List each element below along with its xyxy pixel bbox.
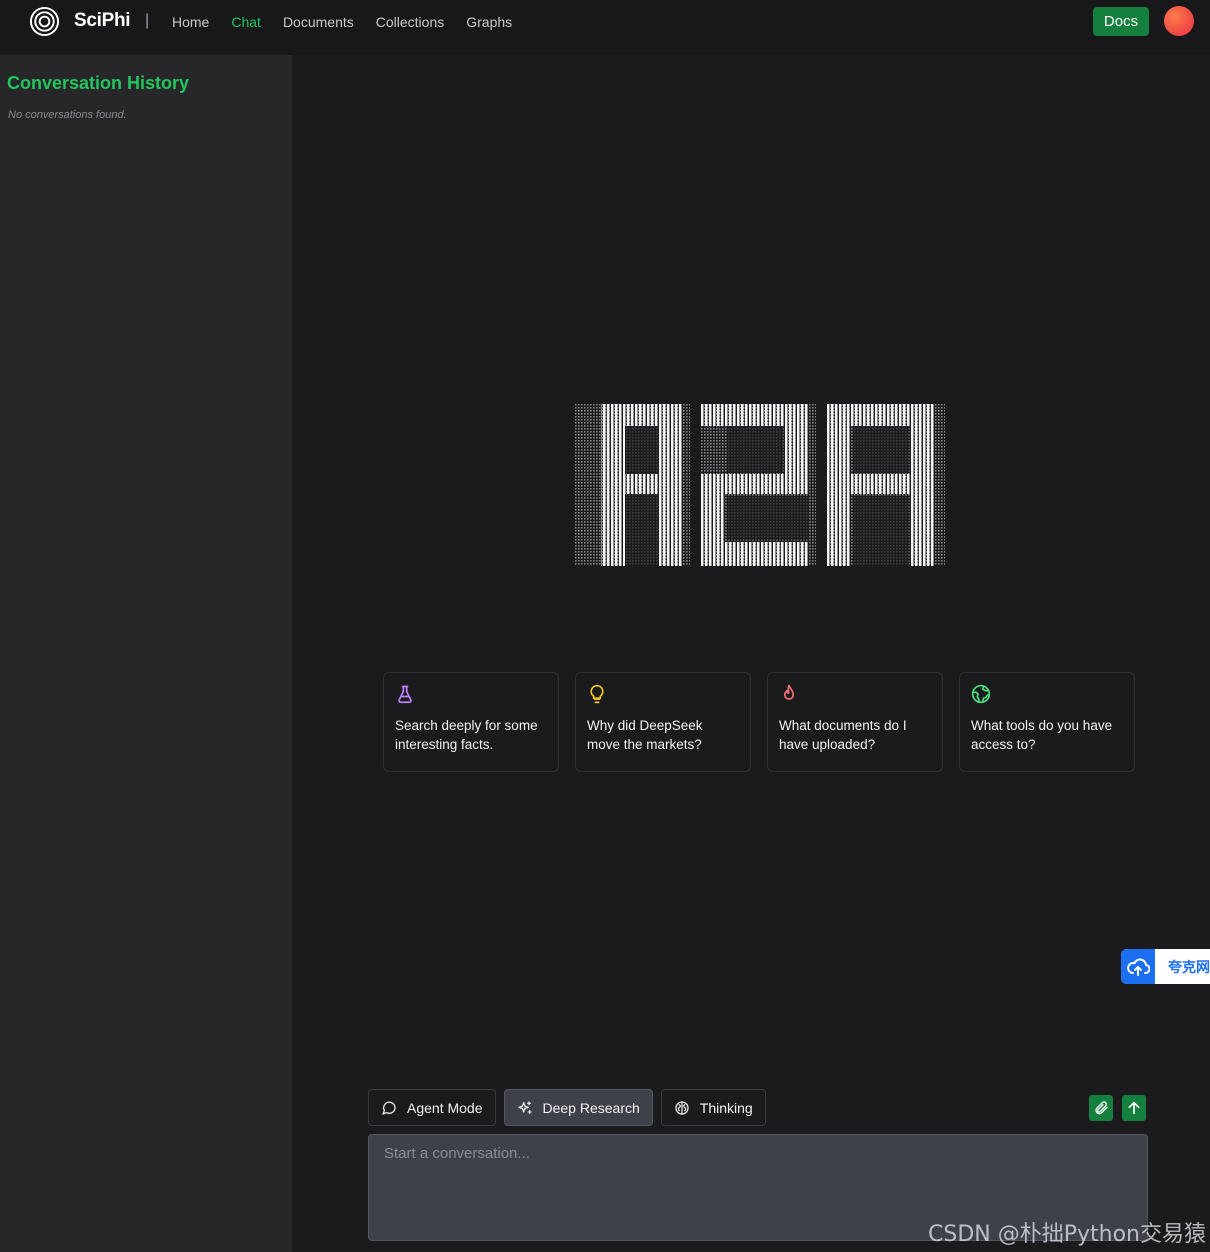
suggestion-card-documents[interactable]: What documents do I have uploaded? xyxy=(767,672,943,772)
cloud-upload-icon xyxy=(1121,949,1155,984)
nav-graphs[interactable]: Graphs xyxy=(466,14,512,30)
deep-research-button[interactable]: Deep Research xyxy=(503,1089,653,1126)
top-navbar: SciPhi | Home Chat Documents Collections… xyxy=(0,0,1210,55)
chat-bubble-icon xyxy=(382,1101,396,1115)
sidebar-title: Conversation History xyxy=(7,73,190,93)
brain-icon xyxy=(675,1100,689,1115)
conversation-sidebar: Conversation History No conversations fo… xyxy=(0,55,292,1252)
suggestion-text: Search deeply for some interesting facts… xyxy=(395,718,538,752)
suggestion-text: What documents do I have uploaded? xyxy=(779,718,907,752)
agent-mode-button[interactable]: Agent Mode xyxy=(368,1089,496,1126)
thinking-button[interactable]: Thinking xyxy=(660,1089,766,1126)
chat-main: Search deeply for some interesting facts… xyxy=(292,55,1210,1252)
paperclip-icon xyxy=(1095,1101,1108,1115)
globe-icon xyxy=(971,684,991,704)
thinking-label: Thinking xyxy=(699,1099,753,1116)
empty-conversations-text: No conversations found. xyxy=(8,109,127,121)
docs-button[interactable]: Docs xyxy=(1093,7,1149,36)
lightbulb-icon xyxy=(590,684,604,704)
nav-home[interactable]: Home xyxy=(172,14,209,30)
suggestion-cards: Search deeply for some interesting facts… xyxy=(383,672,1135,772)
suggestion-text: Why did DeepSeek move the markets? xyxy=(587,718,703,752)
mode-toolbar: Agent Mode Deep Research Thinking xyxy=(368,1089,766,1126)
arrow-up-icon xyxy=(1128,1101,1140,1115)
sciphi-logo-icon[interactable] xyxy=(29,6,60,37)
flame-icon xyxy=(784,684,794,700)
sparkles-icon xyxy=(517,1100,532,1114)
brand-separator: | xyxy=(145,12,150,29)
brand-name[interactable]: SciPhi xyxy=(74,10,131,32)
main-nav: Home Chat Documents Collections Graphs xyxy=(172,14,534,30)
user-avatar[interactable] xyxy=(1164,6,1194,36)
csdn-watermark: CSDN @朴拙Python交易猿 xyxy=(928,1222,1206,1247)
nav-chat[interactable]: Chat xyxy=(231,14,261,30)
suggestion-card-tools[interactable]: What tools do you have access to? xyxy=(959,672,1135,772)
attach-file-button[interactable] xyxy=(1089,1095,1113,1121)
deep-research-label: Deep Research xyxy=(542,1099,640,1116)
suggestion-card-search[interactable]: Search deeply for some interesting facts… xyxy=(383,672,559,772)
agent-mode-label: Agent Mode xyxy=(407,1099,483,1116)
nav-collections[interactable]: Collections xyxy=(376,14,444,30)
r2r-ascii-logo xyxy=(575,404,945,566)
quark-cloud-widget[interactable]: 夸克网 xyxy=(1121,949,1210,984)
send-button[interactable] xyxy=(1122,1095,1146,1121)
suggestion-text: What tools do you have access to? xyxy=(971,718,1113,752)
cloud-widget-label: 夸克网 xyxy=(1168,958,1210,975)
nav-documents[interactable]: Documents xyxy=(283,14,354,30)
flask-icon xyxy=(398,685,412,704)
suggestion-card-deepseek[interactable]: Why did DeepSeek move the markets? xyxy=(575,672,751,772)
